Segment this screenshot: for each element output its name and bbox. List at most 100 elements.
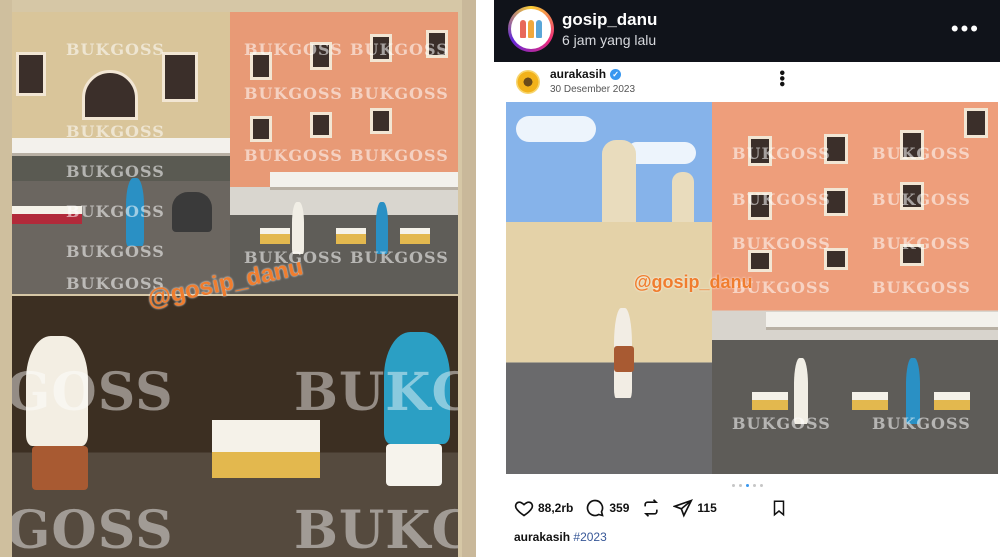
avatar-figure bbox=[536, 20, 542, 38]
cafe-awning bbox=[12, 138, 230, 156]
heart-icon bbox=[514, 501, 534, 517]
post-avatar[interactable] bbox=[516, 70, 540, 94]
person-figure bbox=[292, 202, 304, 254]
window bbox=[250, 52, 272, 80]
cafe-table bbox=[12, 206, 82, 224]
post-username-row[interactable]: aurakasih ✓ bbox=[550, 67, 622, 81]
verified-badge-icon: ✓ bbox=[610, 68, 622, 80]
watermark-text: BUKGOSS bbox=[66, 162, 165, 181]
watermark-text: GOSS bbox=[12, 500, 174, 557]
send-icon bbox=[673, 499, 694, 518]
window bbox=[748, 136, 772, 166]
watermark-text: BUKGOSS bbox=[244, 84, 343, 103]
repost-button[interactable] bbox=[641, 498, 661, 518]
pizzeria-awning bbox=[766, 312, 998, 330]
person-figure bbox=[794, 358, 808, 424]
window bbox=[426, 30, 448, 58]
carousel-indicator bbox=[494, 484, 1000, 487]
collage-photo-closeup: GOSS BUKG GOSS BUKG bbox=[12, 296, 458, 557]
person-figure bbox=[906, 358, 920, 424]
avatar-figure bbox=[528, 20, 534, 38]
window bbox=[824, 188, 848, 216]
window bbox=[250, 116, 272, 142]
window bbox=[900, 182, 924, 210]
caption-username[interactable]: aurakasih bbox=[514, 530, 570, 544]
comment-count: 359 bbox=[609, 501, 630, 515]
window bbox=[748, 192, 772, 220]
arched-window bbox=[82, 70, 138, 120]
watermark-text: BUKGOSS bbox=[872, 414, 971, 433]
window bbox=[964, 108, 988, 138]
carousel-dot bbox=[752, 484, 756, 487]
window bbox=[370, 34, 392, 62]
collage-photo-street: BUKGOSS BUKGOSS BUKGOSS BUKGOSS BUKGOSS … bbox=[12, 12, 230, 294]
post-username[interactable]: aurakasih bbox=[550, 67, 606, 81]
window bbox=[310, 112, 332, 138]
watermark-text: BUKGOSS bbox=[350, 248, 449, 267]
cloud bbox=[626, 142, 696, 164]
bookmark-icon bbox=[773, 500, 785, 517]
man-shorts bbox=[386, 444, 442, 486]
people-group bbox=[172, 192, 212, 232]
watermark-text: BUKGOSS bbox=[350, 146, 449, 165]
watermark-text: BUKGOSS bbox=[732, 144, 831, 163]
more-horizontal-icon[interactable]: ••• bbox=[951, 16, 980, 42]
share-button[interactable]: 115 bbox=[673, 498, 717, 518]
window bbox=[16, 52, 46, 96]
story-header: gosip_danu 6 jam yang lalu ••• bbox=[494, 0, 1000, 62]
cafe-table bbox=[934, 392, 970, 410]
carousel-dot bbox=[759, 484, 763, 487]
watermark-text: BUKGOSS bbox=[66, 40, 165, 59]
post-actions: 88,2rb 359 115 bbox=[514, 498, 717, 518]
window bbox=[748, 250, 772, 272]
window bbox=[824, 134, 848, 164]
carousel-dot bbox=[731, 484, 735, 487]
person-figure bbox=[376, 202, 388, 254]
cafe-table bbox=[212, 420, 320, 478]
cafe-table bbox=[336, 228, 366, 244]
person-figure bbox=[126, 178, 144, 246]
cafe-table bbox=[400, 228, 430, 244]
carousel-dot bbox=[738, 484, 742, 487]
bookmark-button[interactable] bbox=[770, 499, 788, 522]
woman-skirt bbox=[614, 346, 634, 372]
comment-icon bbox=[587, 499, 605, 517]
more-vertical-icon[interactable]: ••• bbox=[773, 70, 790, 87]
window bbox=[900, 244, 924, 266]
woman-figure bbox=[26, 336, 88, 446]
pizzeria-awning bbox=[270, 172, 458, 190]
story-timestamp: 6 jam yang lalu bbox=[562, 32, 657, 48]
collage-photo-pizzeria: BUKGOSS BUKGOSS BUKGOSS BUKGOSS BUKGOSS … bbox=[230, 12, 458, 294]
like-button[interactable]: 88,2rb bbox=[514, 498, 573, 518]
share-count: 115 bbox=[697, 501, 717, 515]
window bbox=[370, 108, 392, 134]
carousel-dot-active bbox=[745, 484, 749, 487]
repost-icon bbox=[644, 499, 659, 517]
watermark-text: BUKGOSS bbox=[350, 84, 449, 103]
post-image-pizzeria[interactable]: BUKGOSS BUKGOSS BUKGOSS BUKGOSS BUKGOSS … bbox=[712, 102, 998, 474]
avatar-figure bbox=[520, 20, 526, 38]
cloud bbox=[516, 116, 596, 142]
comment-button[interactable]: 359 bbox=[585, 498, 629, 518]
story-avatar[interactable] bbox=[508, 6, 554, 52]
post-handle-tag: @gosip_danu bbox=[634, 272, 753, 292]
watermark-text: BUKGOSS bbox=[872, 278, 971, 297]
story-username[interactable]: gosip_danu bbox=[562, 10, 657, 30]
watermark-text: BUKGOSS bbox=[732, 234, 831, 253]
cafe-table bbox=[752, 392, 788, 410]
post-caption: aurakasih #2023 bbox=[514, 530, 607, 544]
watermark-text: BUKGOSS bbox=[732, 190, 831, 209]
woman-skirt bbox=[32, 446, 88, 490]
caption-hashtag[interactable]: #2023 bbox=[573, 530, 606, 544]
window bbox=[824, 248, 848, 270]
reference-collage: BUKGOSS BUKGOSS BUKGOSS BUKGOSS BUKGOSS … bbox=[0, 0, 476, 557]
watermark-text: BUKGOSS bbox=[66, 242, 165, 261]
watermark-text: BUKG bbox=[294, 500, 458, 557]
cafe-table bbox=[260, 228, 290, 244]
avatar-image bbox=[511, 9, 551, 49]
post-date: 30 Desember 2023 bbox=[550, 84, 636, 95]
man-figure bbox=[384, 332, 450, 444]
window bbox=[310, 42, 332, 70]
watermark-text: BUKGOSS bbox=[732, 414, 831, 433]
like-count: 88,2rb bbox=[538, 501, 574, 515]
